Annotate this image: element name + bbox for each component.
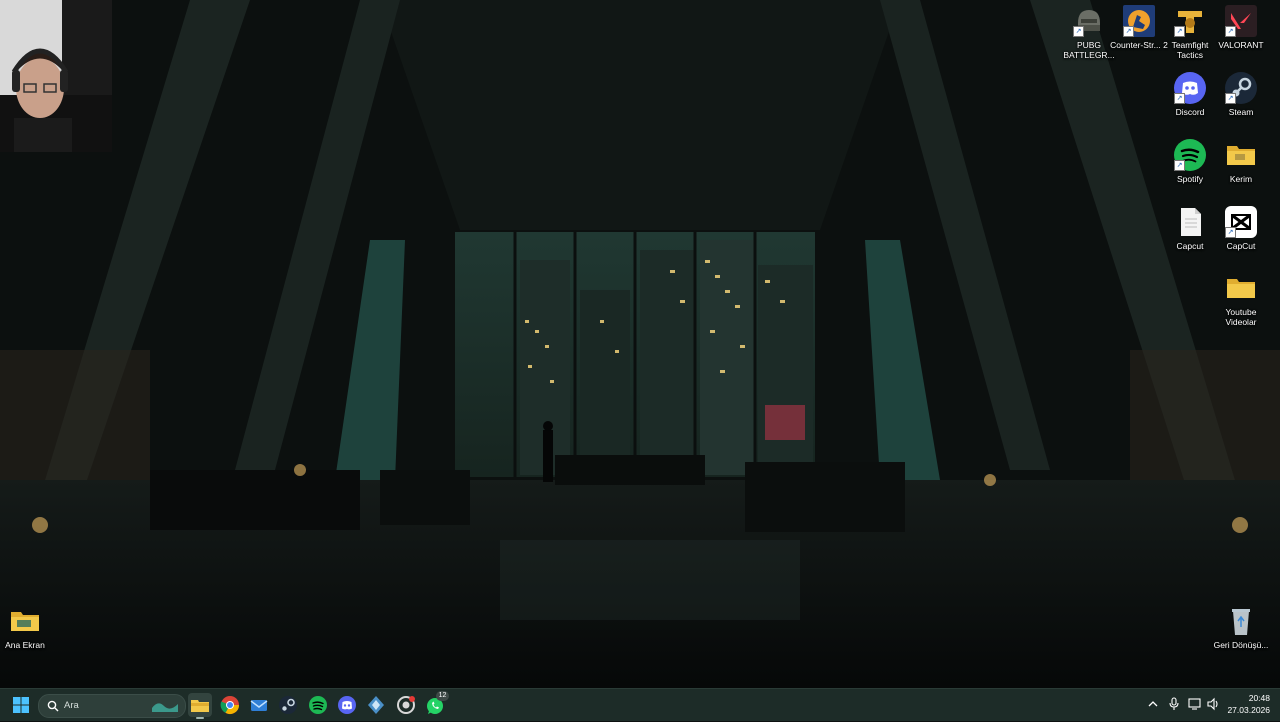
- desktop-icon-label: VALORANT: [1218, 40, 1264, 50]
- taskbar-mail-button[interactable]: [247, 693, 271, 717]
- spotify-icon: [309, 696, 327, 714]
- shortcut-arrow-icon: ↗: [1225, 227, 1236, 238]
- file-icon: [1174, 206, 1206, 238]
- clock[interactable]: 20:48 27.03.2026: [1227, 692, 1270, 716]
- bluetooth-app-icon: [368, 696, 384, 714]
- desktop-icon-label: Kerim: [1229, 174, 1253, 184]
- folder-icon: [9, 605, 41, 637]
- desktop-icon-valorant[interactable]: ↗ VALORANT: [1211, 5, 1271, 50]
- file-explorer-icon: [191, 700, 209, 712]
- counter-strike-icon: ↗: [1123, 5, 1155, 37]
- taskbar-file-explorer-button[interactable]: [188, 693, 212, 719]
- network-icon[interactable]: [1188, 697, 1202, 714]
- search-placeholder: Ara: [64, 700, 79, 711]
- start-button[interactable]: [9, 693, 33, 717]
- tray-overflow-chevron-icon[interactable]: [1147, 698, 1159, 713]
- shortcut-arrow-icon: ↗: [1225, 26, 1236, 37]
- valorant-icon: ↗: [1225, 5, 1257, 37]
- taskbar-record-app-button[interactable]: [394, 693, 418, 717]
- search-highlight-icon: [152, 703, 178, 712]
- desktop-wallpaper: [0, 0, 1280, 688]
- taskbar-app-button[interactable]: [364, 693, 388, 717]
- microphone-icon[interactable]: [1168, 697, 1180, 714]
- spotify-icon: ↗: [1174, 139, 1206, 171]
- pubg-icon: ↗: [1073, 5, 1105, 37]
- desktop-icon-youtube-videolar[interactable]: Youtube Videolar: [1211, 272, 1271, 327]
- active-indicator: [196, 717, 204, 719]
- record-app-icon: [397, 696, 415, 714]
- taskbar-spotify-button[interactable]: [306, 693, 330, 717]
- webcam-overlay: [0, 0, 112, 152]
- discord-icon: ↗: [1174, 72, 1206, 104]
- taskbar-chrome-button[interactable]: [218, 693, 242, 717]
- desktop-icon-recycle-bin[interactable]: Geri Dönüşü...: [1211, 605, 1271, 650]
- taskbar-steam-button[interactable]: [276, 693, 300, 717]
- taskbar-whatsapp-button[interactable]: 12: [423, 691, 449, 717]
- clock-date: 27.03.2026: [1227, 705, 1270, 715]
- desktop-icon-label: Steam: [1228, 107, 1254, 117]
- folder-icon: [1225, 139, 1257, 171]
- shortcut-arrow-icon: ↗: [1225, 93, 1236, 104]
- desktop-icon-label: Ana Ekran: [5, 640, 45, 650]
- shortcut-arrow-icon: ↗: [1073, 26, 1084, 37]
- search-box[interactable]: Ara: [38, 694, 186, 718]
- discord-icon: [338, 696, 356, 714]
- desktop-icon-label: Geri Dönüşü...: [1213, 640, 1269, 650]
- desktop-icon-steam[interactable]: ↗ Steam: [1211, 72, 1271, 117]
- search-icon: [47, 700, 59, 712]
- recycle-bin-icon: [1225, 605, 1257, 637]
- desktop-icon-ana-ekran[interactable]: Ana Ekran: [0, 605, 55, 650]
- webcam-person: [0, 0, 112, 152]
- desktop-icon-capcut[interactable]: ↗ CapCut: [1211, 206, 1271, 251]
- shortcut-arrow-icon: ↗: [1174, 160, 1185, 171]
- shortcut-arrow-icon: ↗: [1174, 93, 1185, 104]
- steam-icon: ↗: [1225, 72, 1257, 104]
- capcut-icon: ↗: [1225, 206, 1257, 238]
- desktop-icon-label: CapCut: [1226, 241, 1256, 251]
- shortcut-arrow-icon: ↗: [1123, 26, 1134, 37]
- taskbar: Ara 12 20:48 27.03.2026: [0, 688, 1280, 721]
- shortcut-arrow-icon: ↗: [1174, 26, 1185, 37]
- clock-time: 20:48: [1248, 693, 1270, 703]
- desktop-icon-label: Youtube Videolar: [1225, 307, 1257, 327]
- desktop-icon-kerim[interactable]: Kerim: [1211, 139, 1271, 184]
- windows-logo-icon: [13, 697, 29, 713]
- notification-badge: 12: [436, 691, 449, 701]
- folder-icon: [1225, 272, 1257, 304]
- chrome-icon: [220, 696, 239, 715]
- mail-icon: [250, 700, 268, 711]
- volume-icon[interactable]: [1206, 697, 1220, 714]
- wallpaper-art: [0, 0, 1280, 688]
- teamfight-tactics-icon: ↗: [1174, 5, 1206, 37]
- taskbar-discord-button[interactable]: [335, 693, 359, 717]
- steam-icon: [279, 696, 297, 714]
